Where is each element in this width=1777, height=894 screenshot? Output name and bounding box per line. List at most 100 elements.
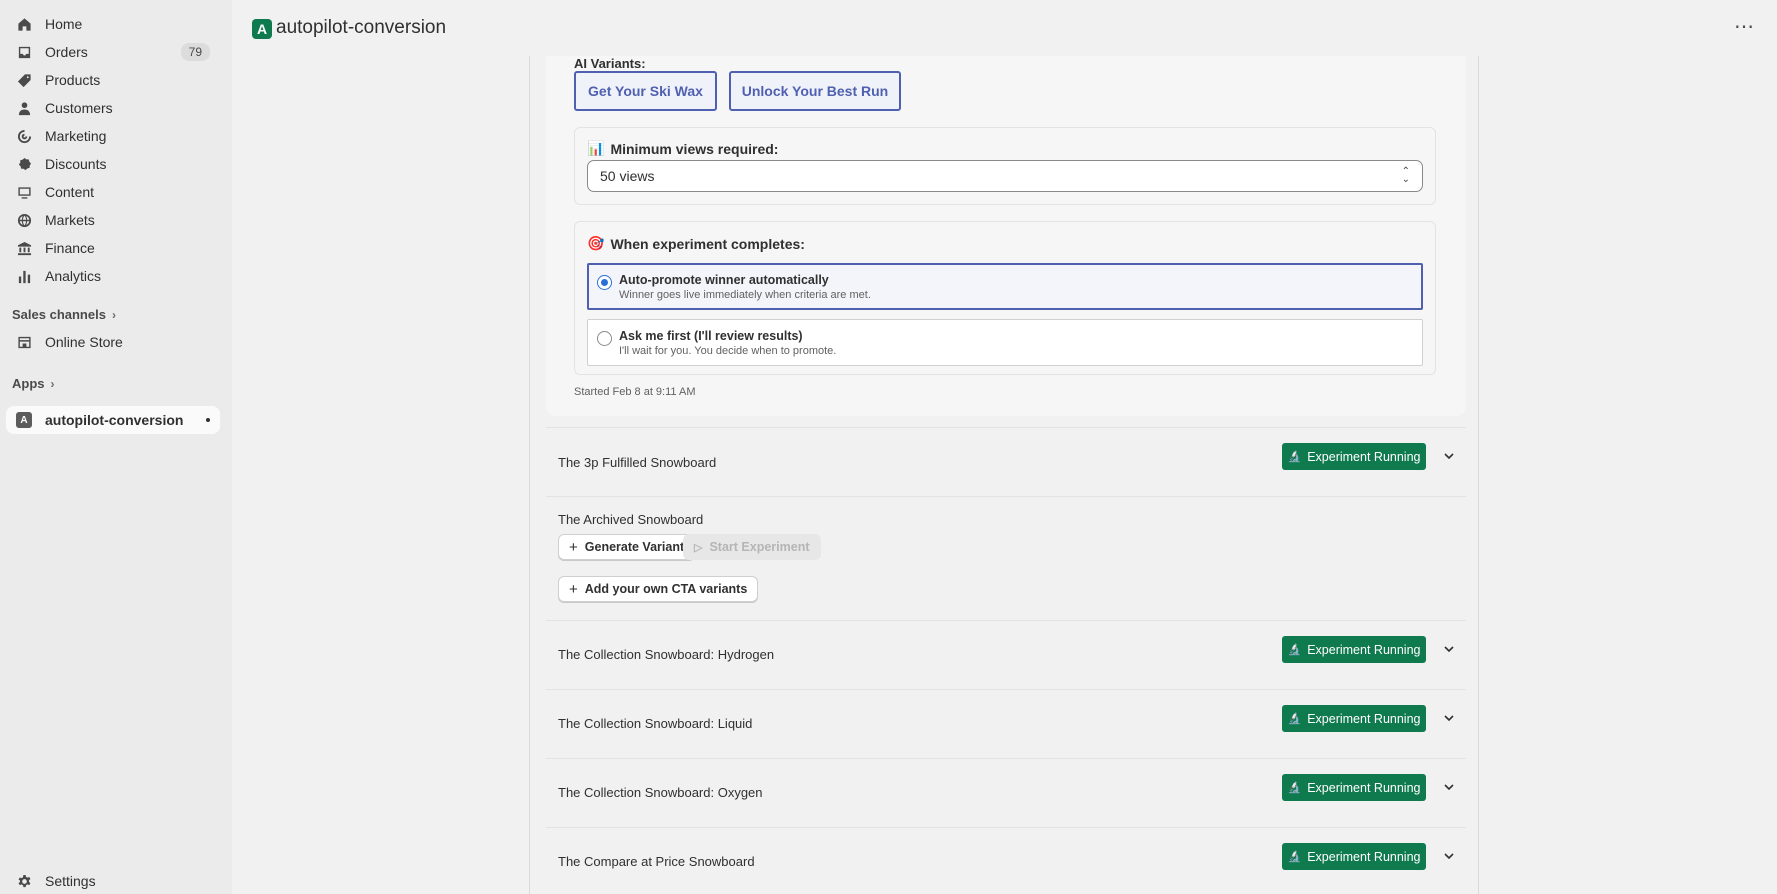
sidebar-item-discounts[interactable]: Discounts [6,150,220,178]
option-title: Ask me first (I'll review results) [619,329,803,343]
sidebar-item-label: Analytics [45,268,102,284]
sidebar-item-content[interactable]: Content [6,178,220,206]
chevron-down-icon[interactable] [1442,780,1456,794]
microscope-icon: 🔬 [1287,782,1302,794]
sidebar-item-label: Settings [45,873,96,889]
add-cta-variants-button[interactable]: + Add your own CTA variants [558,576,759,602]
gear-icon [16,873,32,889]
chevron-down-icon[interactable] [1442,642,1456,656]
status-badge: 🔬 Experiment Running [1282,705,1426,732]
start-experiment-label: Start Experiment [709,540,810,554]
radio-button[interactable] [597,331,612,346]
sidebar-item-autopilot-conversion[interactable]: A autopilot-conversion [6,406,220,434]
status-text: Experiment Running [1307,780,1421,795]
sales-channels-label: Sales channels [12,307,106,322]
sidebar-item-label: Products [45,72,101,88]
product-row[interactable]: The Collection Snowboard: Oxygen 🔬 Exper… [546,758,1466,827]
variant-button[interactable]: Unlock Your Best Run [729,71,901,111]
started-timestamp: Started Feb 8 at 9:11 AM [574,386,696,398]
home-icon [16,16,32,32]
radio-button[interactable] [597,275,612,290]
discount-icon [16,156,32,172]
chevron-down-icon[interactable] [1442,849,1456,863]
product-name: The Compare at Price Snowboard [558,854,755,869]
ask-first-option[interactable]: Ask me first (I'll review results) I'll … [587,319,1423,366]
product-name: The Collection Snowboard: Oxygen [558,785,763,800]
sidebar-item-marketing[interactable]: Marketing [6,122,220,150]
option-description: I'll wait for you. You decide when to pr… [619,345,837,357]
add-cta-variants-label: Add your own CTA variants [584,582,748,596]
sidebar-nav: Home Orders 79 Products Customers Market… [6,10,220,290]
target-icon: 🎯 [587,235,605,251]
bar-chart-icon: 📊 [587,140,605,156]
product-name: The Archived Snowboard [558,512,704,527]
status-badge: 🔬 Experiment Running [1282,843,1426,870]
page-title: autopilot-conversion [276,17,447,38]
products-card: AI Variants: Get Your Ski Wax Unlock You… [529,56,1479,894]
ai-variants-label: AI Variants: [574,56,646,71]
min-views-select[interactable]: 50 views ⌃ ⌄ [587,160,1423,192]
product-row[interactable]: The Collection Snowboard: Liquid 🔬 Exper… [546,689,1466,758]
sidebar-item-label: Home [45,16,83,32]
more-actions-icon[interactable]: ⋯ [1734,14,1755,39]
status-text: Experiment Running [1307,449,1421,464]
sidebar-item-label: autopilot-conversion [45,412,184,428]
sidebar-item-analytics[interactable]: Analytics [6,262,220,290]
status-text: Experiment Running [1307,849,1421,864]
chevron-right-icon: › [50,376,55,391]
status-badge: 🔬 Experiment Running [1282,443,1426,470]
min-views-title-text: Minimum views required: [610,140,779,157]
sidebar-item-settings[interactable]: Settings [6,867,220,894]
sidebar-item-label: Finance [45,240,95,256]
min-views-title: 📊 Minimum views required: [587,140,778,157]
min-views-box: 📊 Minimum views required: 50 views ⌃ ⌄ [574,127,1436,205]
product-row[interactable]: The Compare at Price Snowboard 🔬 Experim… [546,827,1466,894]
sidebar-item-products[interactable]: Products [6,66,220,94]
min-views-value: 50 views [600,168,655,184]
sidebar-item-label: Content [45,184,95,200]
product-name: The Collection Snowboard: Liquid [558,716,753,731]
start-experiment-button[interactable]: ▷ Start Experiment [683,534,821,560]
sidebar-item-label: Customers [45,100,113,116]
chevron-right-icon: › [111,307,116,322]
option-title: Auto-promote winner automatically [619,273,829,287]
person-icon [16,100,32,116]
chevron-down-icon[interactable] [1442,449,1456,463]
sidebar-item-label: Markets [45,212,95,228]
expanded-product-panel: AI Variants: Get Your Ski Wax Unlock You… [546,56,1466,416]
store-icon [16,334,32,350]
sidebar-item-customers[interactable]: Customers [6,94,220,122]
bank-icon [16,240,32,256]
apps-label: Apps [12,376,45,391]
product-name: The Collection Snowboard: Hydrogen [558,647,775,662]
app-logo: A [252,19,272,39]
generate-variant-label: Generate Variant [584,540,685,554]
sidebar-item-finance[interactable]: Finance [6,234,220,262]
sidebar-item-label: Marketing [45,128,107,144]
status-text: Experiment Running [1307,711,1421,726]
sidebar-item-orders[interactable]: Orders 79 [6,38,220,66]
orders-count-badge: 79 [180,43,210,61]
variant-button[interactable]: Get Your Ski Wax [574,71,717,111]
sidebar-item-online-store[interactable]: Online Store [6,328,220,356]
sidebar-item-label: Discounts [45,156,107,172]
product-name: The 3p Fulfilled Snowboard [558,455,717,470]
generate-variant-button[interactable]: + Generate Variant [558,534,696,560]
chevron-down-icon[interactable] [1442,711,1456,725]
microscope-icon: 🔬 [1287,713,1302,725]
bar-chart-icon [16,268,32,284]
product-row[interactable]: The Collection Snowboard: Hydrogen 🔬 Exp… [546,620,1466,689]
microscope-icon: 🔬 [1287,451,1302,463]
image-icon [16,184,32,200]
auto-promote-option[interactable]: Auto-promote winner automatically Winner… [587,263,1423,310]
sidebar-item-home[interactable]: Home [6,10,220,38]
sales-channels-heading[interactable]: Sales channels › [12,307,116,322]
apps-heading[interactable]: Apps › [12,376,55,391]
option-description: Winner goes live immediately when criter… [619,289,871,301]
microscope-icon: 🔬 [1287,644,1302,656]
plus-icon: + [569,580,578,598]
app-topbar: A autopilot-conversion ⋯ [232,0,1777,56]
product-row[interactable]: The 3p Fulfilled Snowboard 🔬 Experiment … [546,427,1466,496]
globe-icon [16,212,32,228]
sidebar-item-markets[interactable]: Markets [6,206,220,234]
